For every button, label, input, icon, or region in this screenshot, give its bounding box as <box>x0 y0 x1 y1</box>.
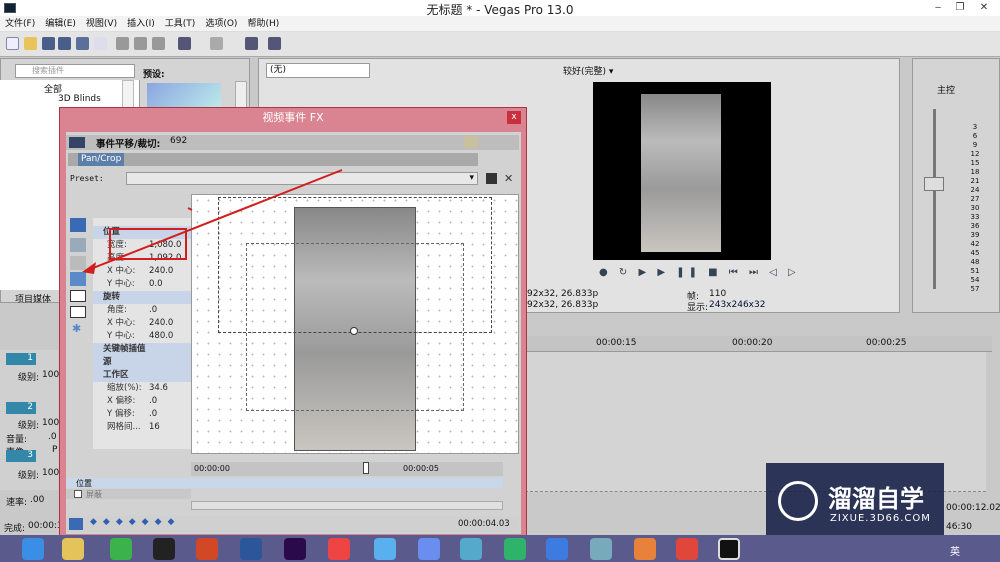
watermark: 溜溜自学 ZIXUE.3D66.COM <box>766 463 944 543</box>
watermark-logo-icon <box>778 481 818 521</box>
chrome-icon[interactable] <box>676 538 698 560</box>
feishu-icon[interactable] <box>418 538 440 560</box>
app-icon-w[interactable] <box>546 538 568 560</box>
app-icon-green[interactable] <box>504 538 526 560</box>
annotation-arrowhead-1 <box>82 262 96 274</box>
vegas-taskbar-icon[interactable] <box>718 538 740 560</box>
premiere-icon[interactable] <box>284 538 306 560</box>
app-icon-orange[interactable] <box>634 538 656 560</box>
annotation-arrow-2 <box>187 207 193 211</box>
app-icon-blue[interactable] <box>374 538 396 560</box>
app-icon-multi[interactable] <box>460 538 482 560</box>
app-icon-book[interactable] <box>590 538 612 560</box>
annotation-arrow-1 <box>87 169 343 271</box>
ime-indicator[interactable]: 英 <box>950 543 960 558</box>
taskbar: 英 <box>0 535 1000 562</box>
app-icon-red[interactable] <box>328 538 350 560</box>
wechat-icon[interactable] <box>110 538 132 560</box>
word-icon[interactable] <box>240 538 262 560</box>
browser-360-icon[interactable] <box>22 538 44 560</box>
watermark-url: ZIXUE.3D66.COM <box>830 513 931 524</box>
watermark-title: 溜溜自学 <box>828 485 924 513</box>
qq-icon[interactable] <box>153 538 175 560</box>
powerpoint-icon[interactable] <box>196 538 218 560</box>
file-explorer-icon[interactable] <box>62 538 84 560</box>
